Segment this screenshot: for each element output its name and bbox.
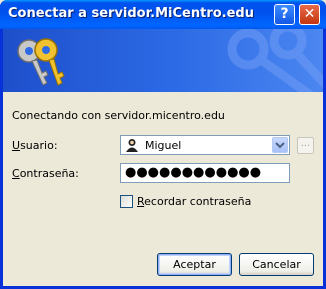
close-button[interactable]: ✕ <box>299 4 320 25</box>
user-label: Usuario: <box>12 139 58 152</box>
password-field[interactable]: ●●●●●●●●●●●● <box>120 163 290 183</box>
help-button[interactable]: ? <box>274 4 295 25</box>
user-combobox[interactable]: Miguel <box>120 135 290 155</box>
password-label: Contraseña: <box>12 167 79 180</box>
remember-password-checkbox[interactable] <box>120 195 133 208</box>
connection-message: Conectando con servidor.micentro.edu <box>12 109 225 122</box>
cancel-button[interactable]: Cancelar <box>239 253 314 276</box>
user-dropdown-button[interactable] <box>272 137 288 153</box>
chevron-down-icon <box>275 142 285 149</box>
banner <box>3 29 323 92</box>
title-bar[interactable]: Conectar a servidor.MiCentro.edu ? ✕ <box>0 0 326 29</box>
dialog-body: Conectando con servidor.micentro.edu Usu… <box>3 29 323 286</box>
user-icon <box>126 139 138 152</box>
keys-icon <box>17 38 65 86</box>
window-title: Conectar a servidor.MiCentro.edu <box>8 6 254 21</box>
ok-button[interactable]: Aceptar <box>157 253 232 276</box>
user-value: Miguel <box>145 139 182 152</box>
dialog-window: Conectar a servidor.MiCentro.edu ? ✕ Con… <box>0 0 326 289</box>
remember-password-label[interactable]: Recordar contraseña <box>137 195 251 208</box>
browse-users-button[interactable]: ... <box>297 137 314 154</box>
banner-watermark-icon <box>227 29 323 92</box>
